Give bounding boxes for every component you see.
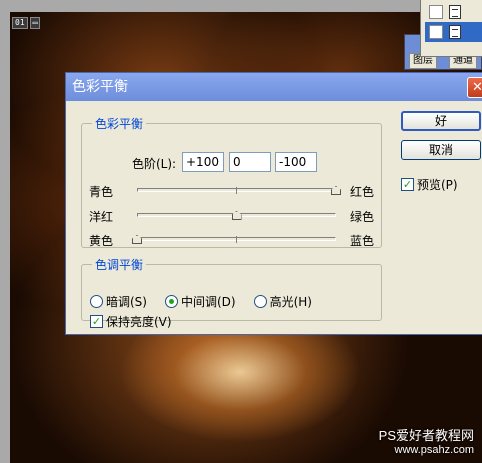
watermark: PS爱好者教程网 www.psahz.com [379,429,474,457]
radio-midtones-dot[interactable] [164,295,178,308]
visibility-icon[interactable] [429,5,443,19]
close-button[interactable]: ✕ [467,77,482,98]
levels-label: 色阶(L): [132,157,177,171]
preview-checkbox[interactable]: ✓ 预览(P) [401,176,458,193]
close-icon: ✕ [472,80,482,95]
slider-center-tick [236,187,237,194]
radio-shadows[interactable]: 暗调(S) [90,293,147,310]
tone-balance-legend: 色调平衡 [95,258,144,272]
color-balance-group: 色彩平衡 色阶(L): +100 0 -100 青色 红色 洋红 绿色 黄色 蓝… [81,115,382,248]
slider-left-label: 黄色 [89,234,114,248]
preserve-luminosity-box[interactable]: ✓ [90,315,103,328]
radio-highlights-dot[interactable] [253,295,267,308]
color-balance-legend: 色彩平衡 [95,117,144,131]
slider-right-label: 绿色 [350,210,375,224]
levels-input-magenta-green[interactable]: 0 [229,152,271,172]
radio-shadows-label: 暗调(S) [106,295,147,309]
slider-cyan-red: 青色 红色 [82,182,381,199]
levels-row: 色阶(L): +100 0 -100 [82,152,381,172]
layers-panel [420,0,482,57]
levels-input-yellow-blue[interactable]: -100 [275,152,317,172]
visibility-icon[interactable] [429,25,443,39]
watermark-title: PS爱好者教程网 [378,428,474,443]
radio-highlights[interactable]: 高光(H) [253,293,312,310]
cancel-button[interactable]: 取消 [401,140,481,160]
ok-button[interactable]: 好 [401,111,481,131]
radio-midtones[interactable]: 中间调(D) [164,293,236,310]
levels-input-cyan-red[interactable]: +100 [182,152,224,172]
slider-yellow-blue: 黄色 蓝色 [82,231,381,248]
tone-radio-group: 暗调(S) 中间调(D) 高光(H) [90,293,312,310]
dialog-title: 色彩平衡 [72,79,128,95]
slider-left-label: 洋红 [89,210,114,224]
layer-thumbnail-icon [449,5,461,19]
color-balance-dialog: 色彩平衡 ✕ 色彩平衡 色阶(L): +100 0 -100 青色 红色 洋红 … [65,72,482,335]
document-icon: ▭ [29,17,41,29]
preserve-luminosity-checkbox[interactable]: ✓ 保持亮度(V) [90,313,172,330]
slider-left-label: 青色 [89,185,114,199]
slider-center-tick [236,236,237,243]
layer-row-selected[interactable] [425,22,482,42]
layer-thumbnail-icon [449,25,461,39]
preview-label: 预览(P) [417,178,458,192]
slider-magenta-green: 洋红 绿色 [82,207,381,224]
preserve-luminosity-label: 保持亮度(V) [106,315,172,329]
document-number: 01 [12,17,28,29]
layer-row[interactable] [425,2,482,22]
preview-box[interactable]: ✓ [401,178,414,191]
tone-balance-group: 色调平衡 暗调(S) 中间调(D) 高光(H) ✓ 保持亮度(V) [81,256,382,329]
slider-right-label: 蓝色 [350,234,375,248]
radio-shadows-dot[interactable] [90,295,103,308]
radio-midtones-label: 中间调(D) [180,295,236,309]
watermark-url: www.psahz.com [394,444,474,456]
document-tab: 01 ▭ [12,17,41,29]
radio-highlights-label: 高光(H) [269,295,312,309]
slider-right-label: 红色 [350,185,375,199]
dialog-titlebar[interactable]: 色彩平衡 ✕ [66,73,482,101]
